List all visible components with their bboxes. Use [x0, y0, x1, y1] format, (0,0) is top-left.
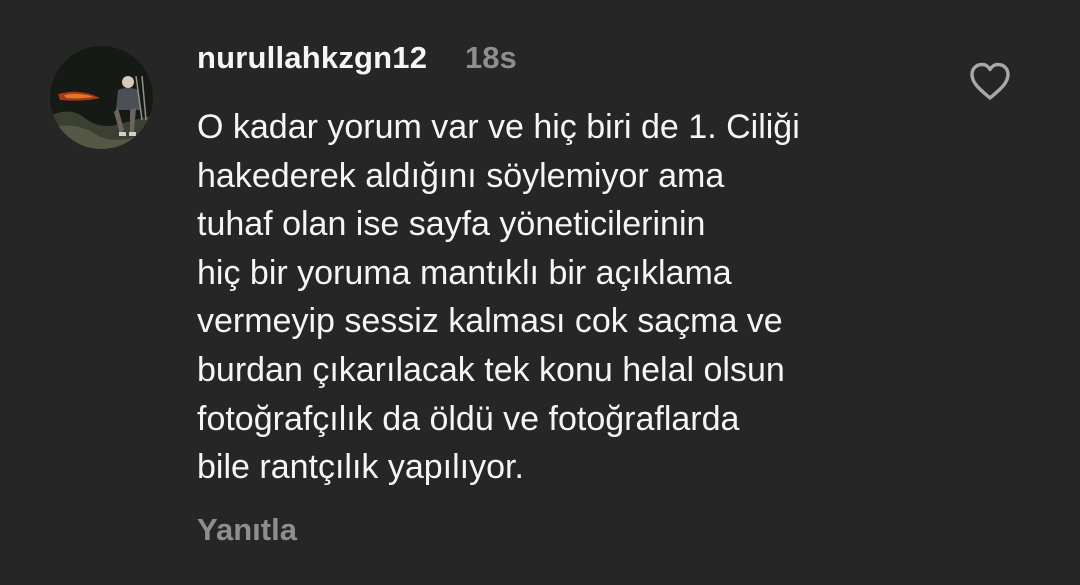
avatar[interactable]	[50, 46, 153, 149]
avatar-photo	[50, 46, 153, 149]
timestamp: 18s	[465, 40, 517, 75]
like-button[interactable]	[966, 58, 1014, 106]
comment-text: O kadar yorum var ve hiç biri de 1. Cili…	[197, 108, 800, 487]
heart-outline-icon	[970, 62, 1010, 100]
username[interactable]: nurullahkzgn12	[197, 40, 427, 76]
comment-item: nurullahkzgn12 18s O kadar yorum var ve …	[0, 0, 1080, 585]
reply-button[interactable]: Yanıtla	[197, 512, 297, 548]
